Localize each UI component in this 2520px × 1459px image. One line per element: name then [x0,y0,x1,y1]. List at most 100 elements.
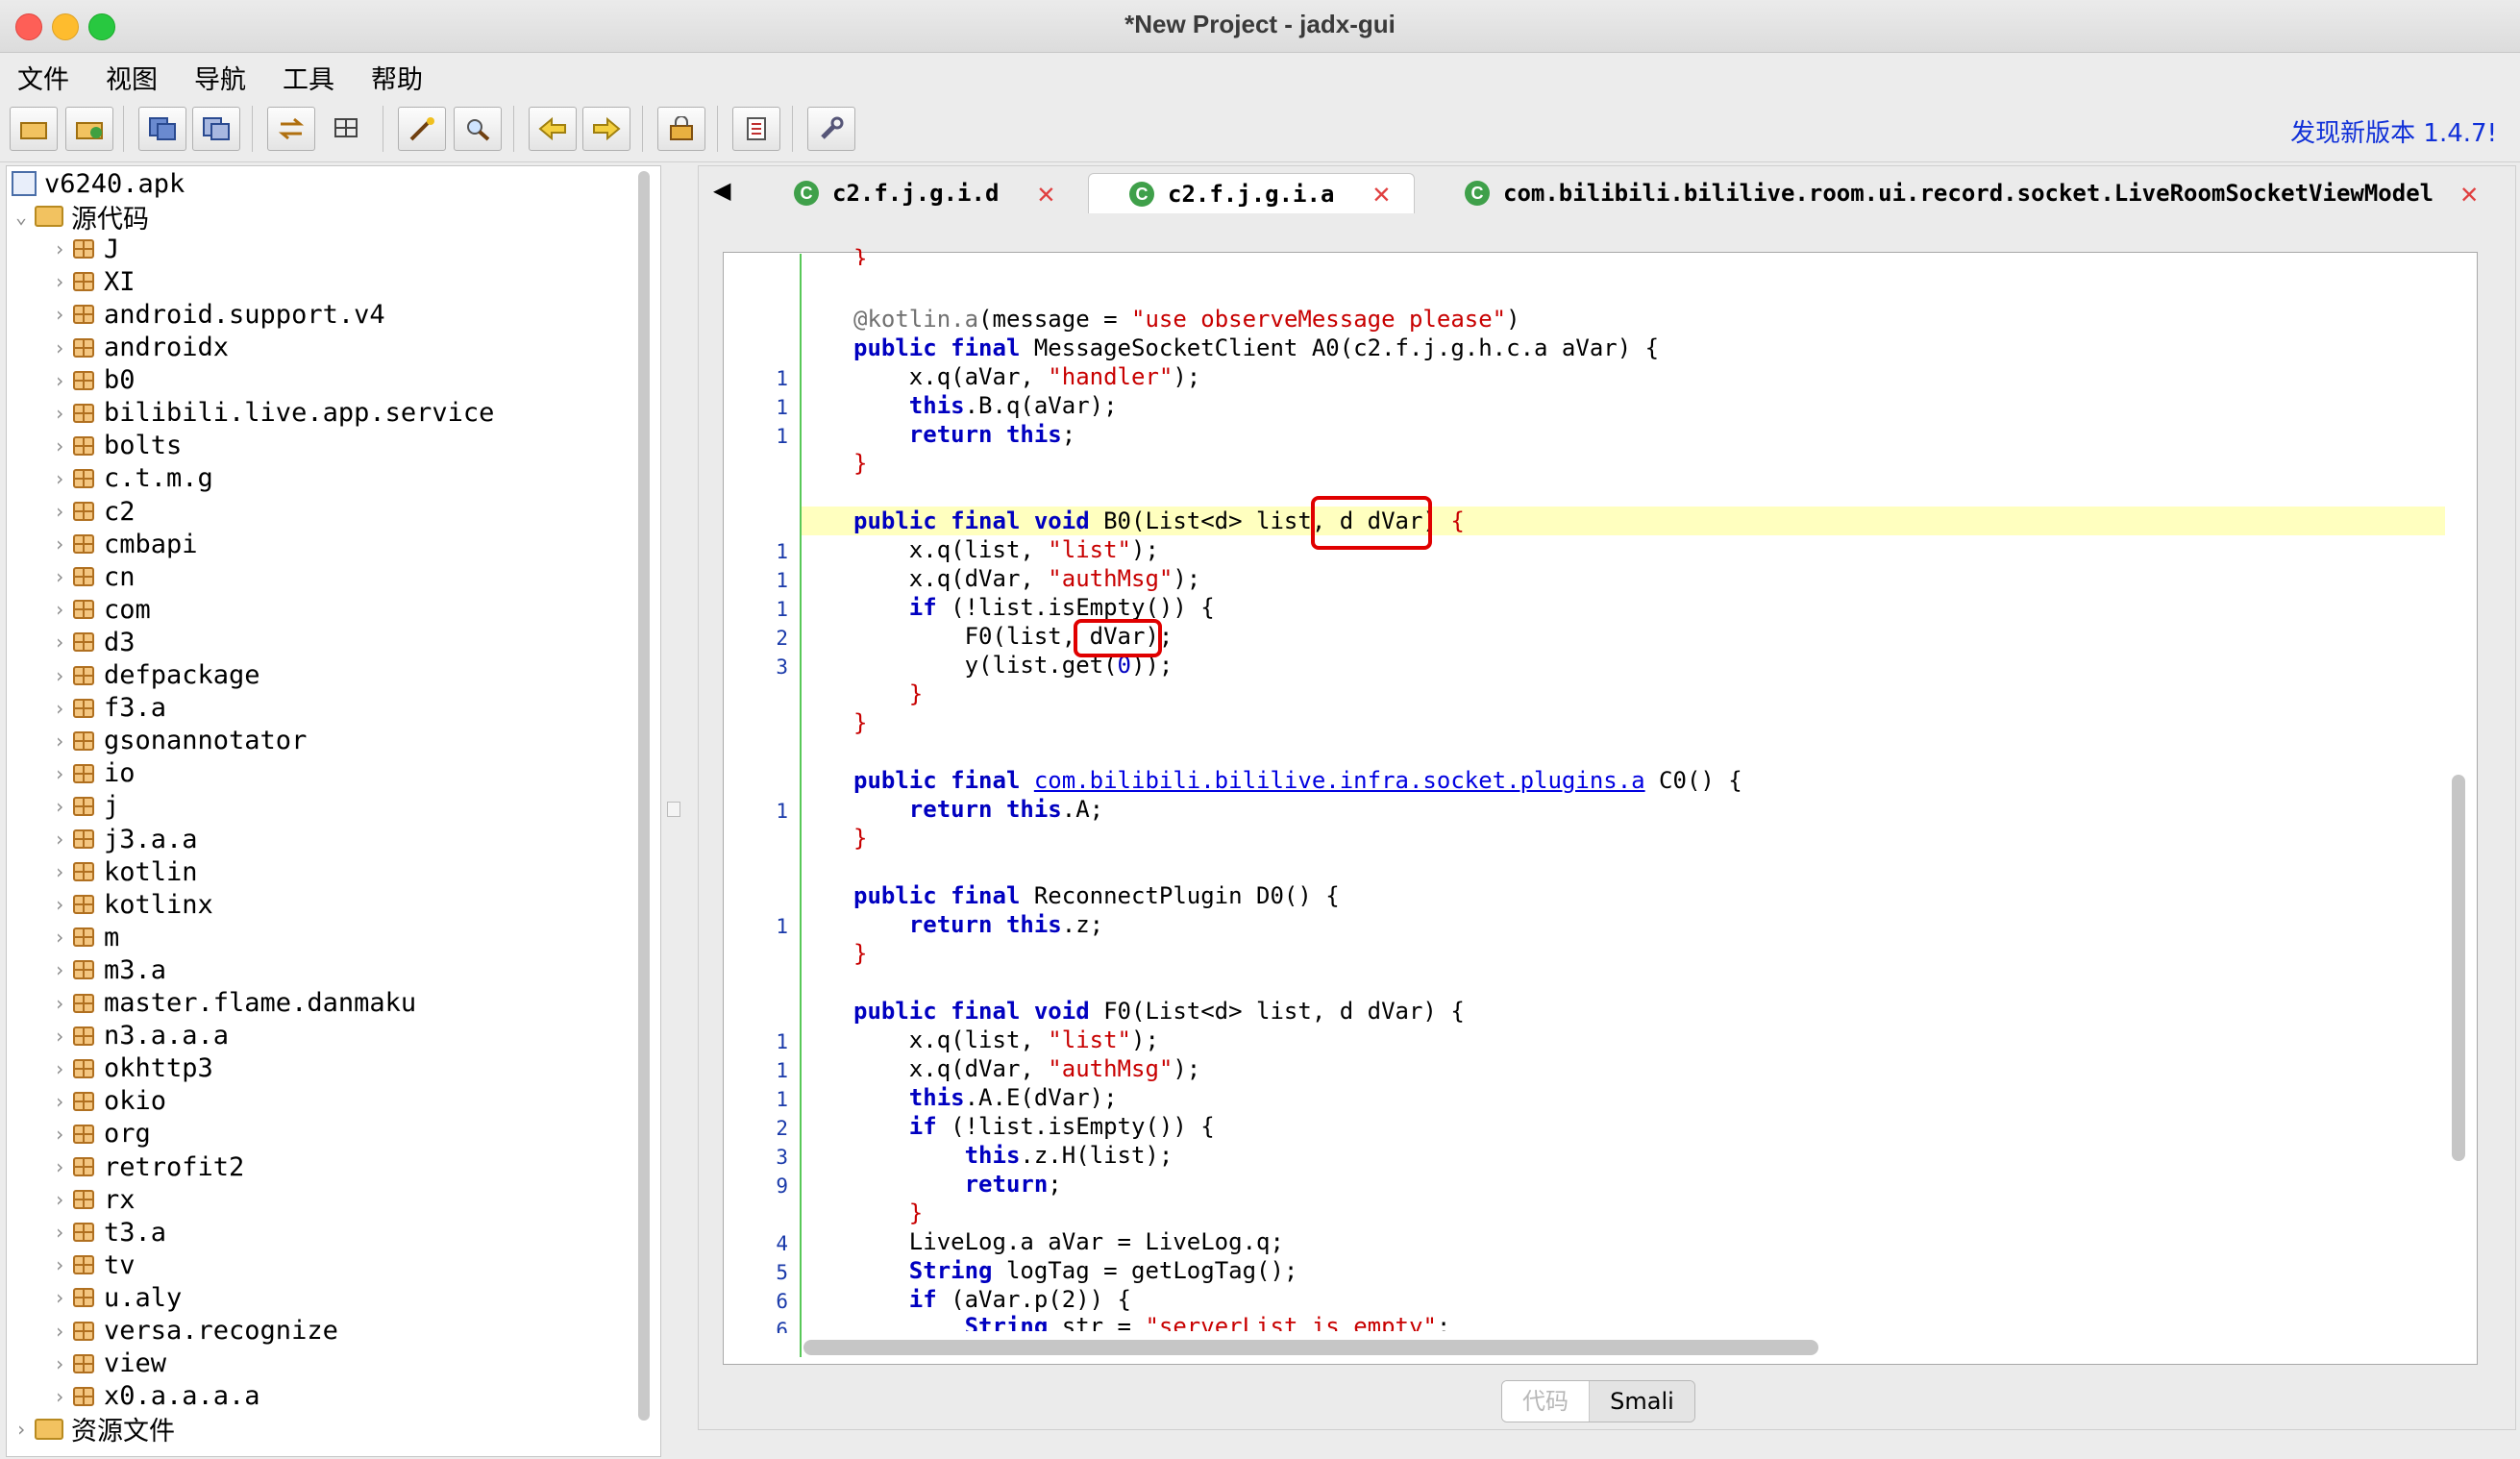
chevron-right-icon[interactable]: › [54,369,73,392]
tree-item-package[interactable]: › t3.a [54,1216,166,1249]
tree-item-package[interactable]: › f3.a [54,692,166,725]
tree-item-package[interactable]: › u.aly [54,1281,182,1314]
back-arrow-icon[interactable] [529,107,577,151]
sync-tree-icon[interactable] [267,107,315,151]
chevron-right-icon[interactable]: › [54,1286,73,1309]
tab-c2-f-j-g-i-d[interactable]: C c2.f.j.g.i.d ✕ [794,173,1054,213]
chevron-right-icon[interactable]: › [54,1090,73,1113]
chevron-down-icon[interactable]: ⌄ [15,205,35,228]
tree-item-package[interactable]: › versa.recognize [54,1315,338,1348]
chevron-right-icon[interactable]: › [54,532,73,556]
close-tab-icon[interactable]: ✕ [1037,177,1054,210]
tree-item-package[interactable]: › j3.a.a [54,823,198,855]
tree-item-package[interactable]: › m3.a [54,953,166,986]
tree-item-package[interactable]: › androidx [54,332,229,364]
chevron-right-icon[interactable]: › [54,1123,73,1146]
new-version-link[interactable]: 发现新版本 1.4.7! [2290,113,2497,149]
tree-item-package[interactable]: › android.support.v4 [54,298,385,331]
chevron-right-icon[interactable]: › [54,926,73,949]
menu-file[interactable]: 文件 [17,59,69,96]
deobfuscation-icon[interactable] [657,107,705,151]
tree-item-package[interactable]: › XI [54,265,136,298]
chevron-right-icon[interactable]: › [54,1155,73,1178]
chevron-right-icon[interactable]: › [54,1253,73,1276]
chevron-right-icon[interactable]: › [54,762,73,785]
save-all-icon[interactable] [138,107,186,151]
chevron-right-icon[interactable]: › [54,664,73,687]
tree-item-package[interactable]: › okhttp3 [54,1052,213,1085]
chevron-right-icon[interactable]: › [54,1025,73,1048]
chevron-right-icon[interactable]: › [54,336,73,359]
decompile-wand-icon[interactable] [398,107,446,151]
tab-live-room-socket-view-model[interactable]: C com.bilibili.bililive.room.ui.record.s… [1465,173,2478,213]
tree-item-package[interactable]: › okio [54,1085,166,1118]
preferences-wrench-icon[interactable] [807,107,855,151]
menu-view[interactable]: 视图 [106,59,158,96]
tree-item-package[interactable]: › kotlin [54,855,198,888]
tree-item-package[interactable]: › x0.a.a.a.a [54,1380,260,1413]
chevron-right-icon[interactable]: › [54,500,73,523]
flatten-packages-icon[interactable] [323,107,369,149]
tree-item-package[interactable]: › b0 [54,364,136,397]
tabs-scroll-left-icon[interactable]: ◀ [713,177,730,204]
chevron-right-icon[interactable]: › [54,795,73,818]
chevron-right-icon[interactable]: › [54,270,73,293]
tree-item-package[interactable]: › bilibili.live.app.service [54,397,494,430]
chevron-right-icon[interactable]: › [54,402,73,425]
tab-c2-f-j-g-i-a[interactable]: C c2.f.j.g.i.a ✕ [1088,173,1415,213]
menu-tools[interactable]: 工具 [283,59,334,96]
smali-view-button[interactable]: Smali [1590,1381,1694,1422]
chevron-right-icon[interactable]: › [54,598,73,621]
tree-item-package[interactable]: › J [54,233,119,265]
chevron-right-icon[interactable]: › [54,467,73,490]
menu-navigate[interactable]: 导航 [194,59,246,96]
tree-item-package[interactable]: › retrofit2 [54,1150,244,1183]
type-link[interactable]: com.bilibili.bililive.infra.socket.plugi… [1034,767,1645,794]
tree-item-package[interactable]: › cmbapi [54,528,198,560]
chevron-right-icon[interactable]: › [54,1221,73,1244]
tree-item-source[interactable]: ⌄ 源代码 [15,200,149,235]
forward-arrow-icon[interactable] [582,107,630,151]
tree-root[interactable]: v6240.apk [12,167,185,200]
tree-item-package[interactable]: › c2 [54,495,136,528]
tree-item-package[interactable]: › view [54,1348,166,1380]
chevron-right-icon[interactable]: › [54,565,73,588]
tree-item-package[interactable]: › cn [54,560,136,593]
tree-item-package[interactable]: › org [54,1118,151,1150]
close-tab-icon[interactable]: ✕ [1372,177,1390,210]
tree-item-package[interactable]: › d3 [54,626,136,658]
tree-item-package[interactable]: › master.flame.danmaku [54,987,416,1020]
chevron-right-icon[interactable]: › [54,1352,73,1375]
chevron-right-icon[interactable]: › [54,434,73,457]
chevron-right-icon[interactable]: › [54,1320,73,1343]
menu-help[interactable]: 帮助 [371,59,423,96]
chevron-right-icon[interactable]: › [54,697,73,720]
tree-item-package[interactable]: › kotlinx [54,888,213,921]
log-viewer-icon[interactable] [732,107,780,151]
tree-item-resources[interactable]: › 资源文件 [15,1413,175,1447]
editor-vertical-scrollbar[interactable] [2452,775,2465,1161]
open-file-icon[interactable] [10,107,58,151]
add-files-icon[interactable] [65,107,113,151]
tree-item-package[interactable]: › com [54,593,151,626]
split-pane-handle[interactable] [667,802,680,817]
tree-item-package[interactable]: › gsonannotator [54,725,307,757]
chevron-right-icon[interactable]: › [54,958,73,981]
editor-horizontal-scrollbar[interactable] [803,1340,1818,1355]
tree-item-package[interactable]: › bolts [54,430,182,462]
tree-item-package[interactable]: › m [54,921,119,953]
tree-item-package[interactable]: › c.t.m.g [54,462,213,495]
chevron-right-icon[interactable]: › [54,828,73,851]
tree-item-package[interactable]: › n3.a.a.a [54,1020,229,1052]
search-icon[interactable] [454,107,502,151]
tree-item-package[interactable]: › rx [54,1183,136,1216]
chevron-right-icon[interactable]: › [54,1188,73,1211]
chevron-right-icon[interactable]: › [15,1418,35,1441]
code-view-button[interactable]: 代码 [1502,1381,1590,1422]
chevron-right-icon[interactable]: › [54,1057,73,1080]
chevron-right-icon[interactable]: › [54,893,73,916]
chevron-right-icon[interactable]: › [54,631,73,654]
chevron-right-icon[interactable]: › [54,992,73,1015]
tree-item-package[interactable]: › io [54,757,136,790]
tree-item-package[interactable]: › tv [54,1249,136,1281]
